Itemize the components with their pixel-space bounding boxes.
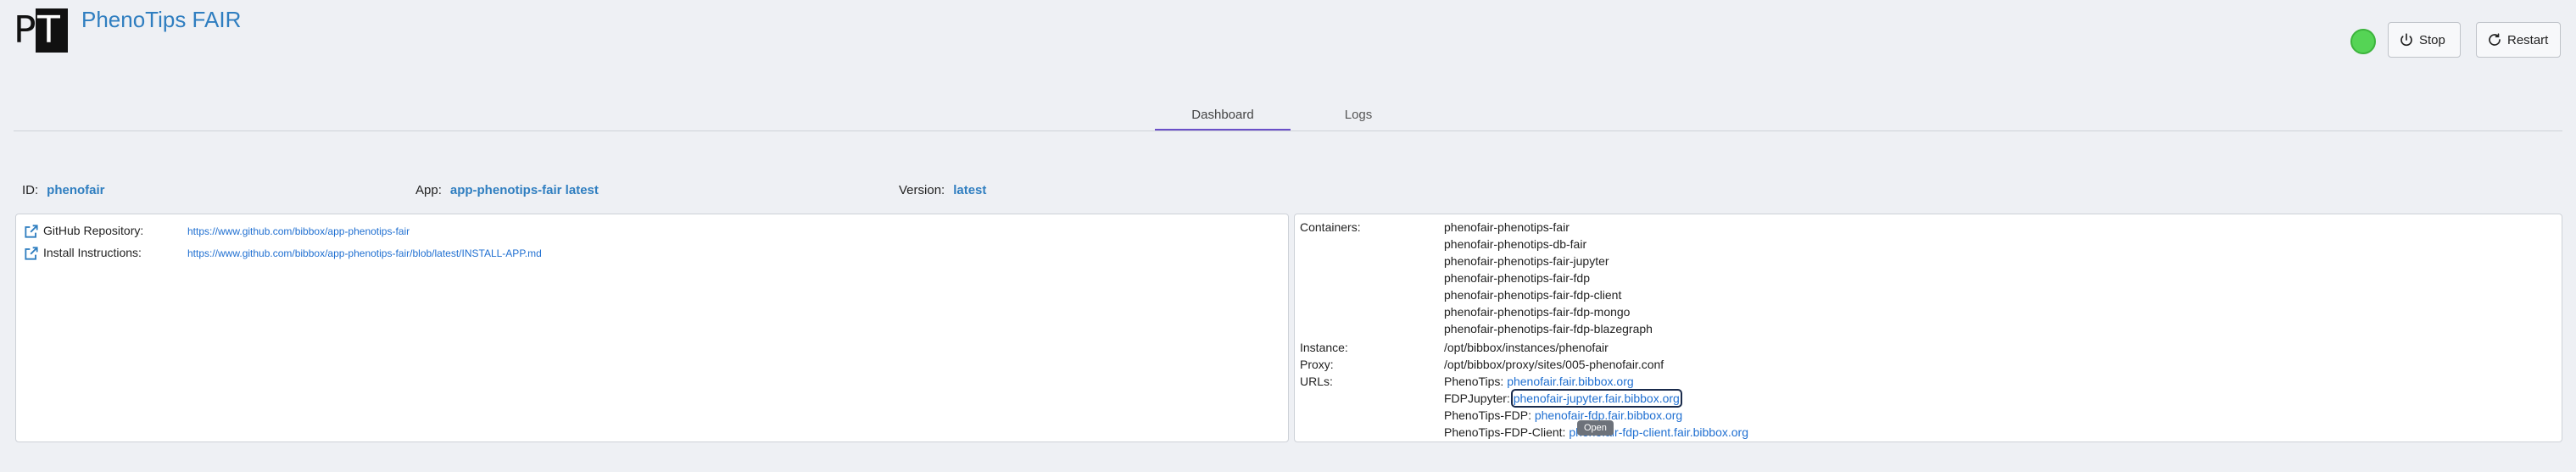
container-item: phenofair-phenotips-db-fair	[1444, 237, 1587, 251]
container-item: phenofair-phenotips-fair-fdp-mongo	[1444, 305, 1631, 319]
status-indicator	[2350, 29, 2376, 54]
proxy-label: Proxy:	[1300, 358, 1334, 371]
meta-version-value: latest	[953, 183, 987, 197]
url-row-phenotips-fdp: PhenoTips-FDP: phenofair-fdp.fair.bibbox…	[1444, 408, 1683, 422]
containers-label: Containers:	[1300, 220, 1361, 234]
fdpjupyter-url-link[interactable]: phenofair-jupyter.fair.bibbox.org	[1510, 389, 1682, 408]
restart-button-label: Restart	[2507, 32, 2549, 47]
tabs-divider	[14, 130, 2562, 131]
tab-logs[interactable]: Logs	[1291, 98, 1426, 130]
container-item: phenofair-phenotips-fair-fdp-blazegraph	[1444, 322, 1653, 336]
stop-button-label: Stop	[2419, 32, 2445, 47]
container-item: phenofair-phenotips-fair-jupyter	[1444, 254, 1609, 268]
install-label: Install Instructions:	[43, 246, 142, 259]
details-panel: Containers: phenofair-phenotips-fair phe…	[1294, 214, 2562, 442]
meta-app-value: app-phenotips-fair latest	[449, 183, 599, 197]
power-icon	[2400, 33, 2412, 47]
install-link[interactable]: https://www.github.com/bibbox/app-phenot…	[187, 247, 542, 259]
url-row-phenotips: PhenoTips: phenofair.fair.bibbox.org	[1444, 375, 1634, 388]
url-row-fdpjupyter: FDPJupyter: phenofair-jupyter.fair.bibbo…	[1444, 389, 1682, 408]
meta-id: ID: phenofair	[22, 183, 105, 197]
links-panel: GitHub Repository: https://www.github.co…	[15, 214, 1289, 442]
app-title: PhenoTips FAIR	[81, 7, 242, 32]
container-item: phenofair-phenotips-fair-fdp-client	[1444, 288, 1622, 302]
meta-version: Version: latest	[899, 183, 987, 197]
github-link[interactable]: https://www.github.com/bibbox/app-phenot…	[187, 225, 410, 237]
container-item: phenofair-phenotips-fair-fdp	[1444, 271, 1590, 285]
meta-app: App: app-phenotips-fair latest	[415, 183, 599, 197]
external-link-icon[interactable]	[23, 245, 40, 262]
external-link-icon[interactable]	[23, 223, 40, 240]
phenotips-url-link[interactable]: phenofair.fair.bibbox.org	[1507, 375, 1633, 388]
container-item: phenofair-phenotips-fair	[1444, 220, 1570, 234]
tab-dashboard[interactable]: Dashboard	[1155, 98, 1291, 130]
instance-label: Instance:	[1300, 341, 1348, 354]
app-logo: P T	[12, 8, 68, 53]
restart-icon	[2489, 33, 2501, 46]
instance-value: /opt/bibbox/instances/phenofair	[1444, 341, 1609, 354]
meta-id-value: phenofair	[47, 183, 105, 197]
urls-label: URLs:	[1300, 375, 1333, 388]
open-tooltip: Open	[1577, 420, 1614, 436]
proxy-value: /opt/bibbox/proxy/sites/005-phenofair.co…	[1444, 358, 1664, 371]
stop-button[interactable]: Stop	[2388, 22, 2461, 58]
restart-button[interactable]: Restart	[2476, 22, 2561, 58]
github-label: GitHub Repository:	[43, 224, 144, 237]
